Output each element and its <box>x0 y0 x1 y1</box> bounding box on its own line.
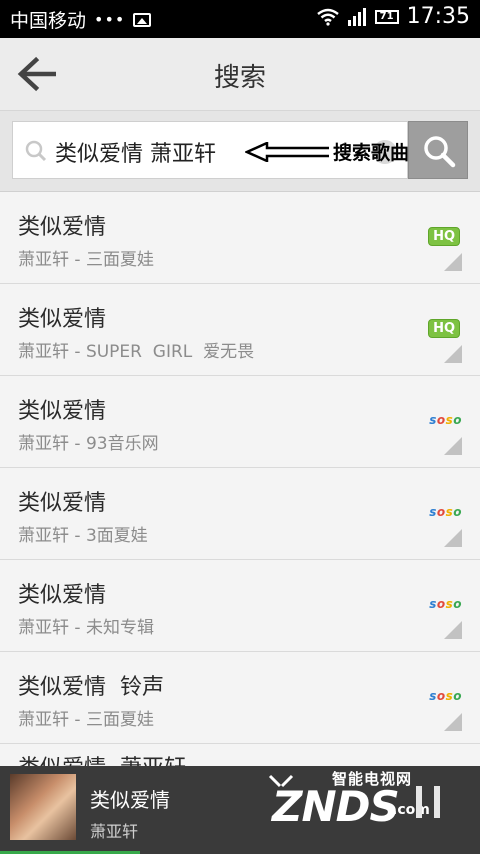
soso-badge: soso <box>429 597 462 611</box>
now-playing-bar[interactable]: 类似爱情 萧亚轩 智能电视网 ZNDS .com <box>0 766 480 854</box>
song-title: 类似爱情 <box>18 491 107 516</box>
more-corner-icon[interactable] <box>444 345 462 363</box>
results-list: 类似爱情 萧亚轩 - 三面夏娃 HQ 类似爱情 萧亚轩 - SUPER GIRL… <box>0 192 480 744</box>
song-subtitle: 萧亚轩 - 三面夏娃 <box>18 250 154 270</box>
wifi-icon <box>316 8 339 26</box>
result-row[interactable]: 类似爱情 萧亚轩 - 三面夏娃 HQ <box>0 192 480 284</box>
song-title: 类似爱情 萧亚轩 <box>18 750 186 766</box>
result-row[interactable]: 类似爱情 萧亚轩 - 93音乐网 soso <box>0 376 480 468</box>
result-row[interactable]: 类似爱情 铃声 萧亚轩 - 三面夏娃 soso <box>0 652 480 744</box>
watermark-logo: ZNDS <box>272 782 400 831</box>
soso-badge: soso <box>429 413 462 427</box>
search-input[interactable]: 类似爱情 萧亚轩 搜索歌曲 <box>12 121 410 179</box>
more-corner-icon[interactable] <box>444 621 462 639</box>
song-title: 类似爱情 <box>18 399 107 424</box>
more-corner-icon[interactable] <box>444 437 462 455</box>
image-notification-icon <box>133 12 152 27</box>
title-bar: 搜索 <box>0 38 480 111</box>
more-corner-icon[interactable] <box>444 713 462 731</box>
annotation-label: 搜索歌曲 <box>333 142 410 164</box>
search-icon <box>424 136 456 168</box>
song-title: 类似爱情 铃声 <box>18 675 164 700</box>
song-title: 类似爱情 <box>18 215 107 240</box>
annotation-arrow-icon <box>245 142 329 162</box>
search-icon-small <box>25 140 47 162</box>
song-title: 类似爱情 <box>18 583 107 608</box>
search-bar: 类似爱情 萧亚轩 搜索歌曲 <box>0 111 480 192</box>
song-subtitle: 萧亚轩 - 93音乐网 <box>18 434 159 454</box>
search-query-text: 类似爱情 萧亚轩 <box>55 142 216 167</box>
now-playing-artist: 萧亚轩 <box>90 822 139 841</box>
soso-badge: soso <box>429 689 462 703</box>
result-row[interactable]: 类似爱情 萧亚轩 - 3面夏娃 soso <box>0 468 480 560</box>
hq-badge: HQ <box>428 227 460 246</box>
song-subtitle: 萧亚轩 - 3面夏娃 <box>18 526 148 546</box>
search-button[interactable] <box>408 121 468 179</box>
notification-dots: ••• <box>94 10 126 29</box>
song-title: 类似爱情 <box>18 307 107 332</box>
song-subtitle: 萧亚轩 - 未知专辑 <box>18 618 154 638</box>
album-cover[interactable] <box>10 774 76 840</box>
now-playing-title: 类似爱情 <box>90 788 170 812</box>
page-title: 搜索 <box>213 63 266 93</box>
soso-badge: soso <box>429 505 462 519</box>
status-bar: 中国移动 ••• 71 17:35 <box>0 0 480 38</box>
result-row[interactable]: 类似爱情 萧亚轩 - 未知专辑 soso <box>0 560 480 652</box>
carrier-label: 中国移动 <box>10 10 87 32</box>
result-row[interactable]: 类似爱情 萧亚轩 - SUPER GIRL 爱无畏 HQ <box>0 284 480 376</box>
more-corner-icon[interactable] <box>444 529 462 547</box>
hq-badge: HQ <box>428 319 460 338</box>
more-corner-icon[interactable] <box>444 253 462 271</box>
signal-icon <box>347 7 366 26</box>
result-row-partial[interactable]: 类似爱情 萧亚轩 <box>0 744 480 766</box>
clock: 17:35 <box>406 4 470 29</box>
pause-icon[interactable] <box>416 786 440 818</box>
song-subtitle: 萧亚轩 - SUPER GIRL 爱无畏 <box>18 342 255 362</box>
battery-indicator: 71 <box>374 9 399 24</box>
song-subtitle: 萧亚轩 - 三面夏娃 <box>18 710 154 730</box>
